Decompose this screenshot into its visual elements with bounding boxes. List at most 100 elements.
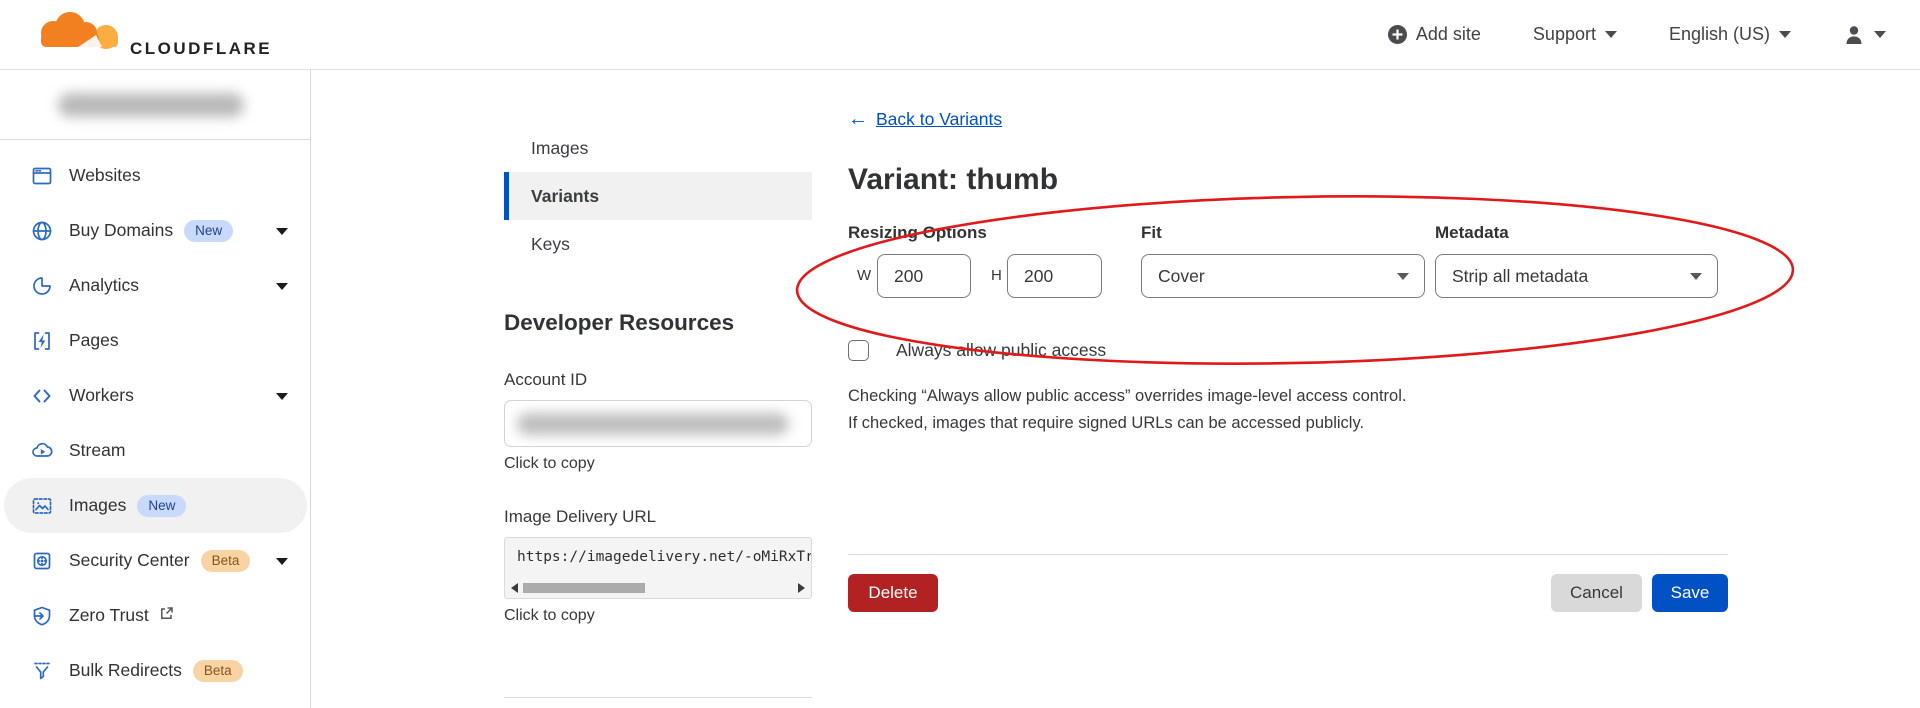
- sidebar-item-label: Workers: [69, 385, 134, 406]
- support-label: Support: [1533, 24, 1596, 45]
- page-title: Variant: thumb: [848, 163, 1728, 197]
- sidebar-item-security-center[interactable]: Security Center Beta: [0, 533, 310, 588]
- sidebar-item-label: Websites: [69, 165, 141, 186]
- sidebar-item-label: Security Center: [69, 550, 190, 571]
- note-line-2: If checked, images that require signed U…: [848, 410, 1728, 437]
- chevron-down-icon: [1690, 273, 1702, 280]
- public-access-note: Checking “Always allow public access” ov…: [848, 383, 1728, 437]
- browser-icon: [30, 164, 54, 188]
- save-button[interactable]: Save: [1652, 574, 1728, 612]
- public-access-row: Always allow public access: [848, 340, 1728, 361]
- language-menu[interactable]: English (US): [1669, 24, 1791, 45]
- sidebar-item-images[interactable]: Images New: [4, 478, 307, 533]
- plus-circle-icon: [1388, 25, 1407, 44]
- height-label: H: [991, 267, 1002, 284]
- pie-chart-icon: [30, 274, 54, 298]
- delivery-url-value: https://imagedelivery.net/-oMiRxTr: [505, 538, 811, 565]
- user-account-menu[interactable]: [1843, 24, 1886, 46]
- scrollbar-thumb[interactable]: [523, 583, 645, 593]
- subnav-tab-images[interactable]: Images: [504, 124, 812, 172]
- new-badge: New: [184, 220, 233, 242]
- variant-editor: ← Back to Variants Variant: thumb Resizi…: [848, 70, 1728, 612]
- support-menu[interactable]: Support: [1533, 24, 1617, 45]
- account-id-label: Account ID: [504, 370, 812, 390]
- metadata-label: Metadata: [1435, 223, 1509, 243]
- cloudflare-logo[interactable]: CLOUDFLARE: [18, 9, 272, 61]
- sidebar-item-websites[interactable]: Websites: [0, 148, 310, 203]
- back-to-variants-link[interactable]: ← Back to Variants: [848, 108, 1728, 131]
- sidebar-item-zero-trust[interactable]: Zero Trust: [0, 588, 310, 643]
- sidebar-item-stream[interactable]: Stream: [0, 423, 310, 478]
- user-icon: [1843, 24, 1865, 46]
- metadata-selected-value: Strip all metadata: [1452, 266, 1588, 287]
- chevron-down-icon[interactable]: [276, 228, 288, 235]
- subnav-tab-keys[interactable]: Keys: [504, 220, 812, 268]
- chevron-down-icon: [1605, 31, 1617, 38]
- shield-arrow-icon: [30, 604, 54, 628]
- chevron-down-icon: [1874, 31, 1886, 38]
- account-name-redacted: [58, 93, 244, 117]
- sidebar-item-buy-domains[interactable]: Buy Domains New: [0, 203, 310, 258]
- sidebar-item-label: Stream: [69, 440, 125, 461]
- scroll-right-icon[interactable]: [798, 583, 805, 593]
- globe-icon: [30, 219, 54, 243]
- sidebar-item-pages[interactable]: Pages: [0, 313, 310, 368]
- sidebar-item-label: Pages: [69, 330, 119, 351]
- account-id-copy-link[interactable]: Click to copy: [504, 455, 812, 473]
- lightning-icon: [30, 329, 54, 353]
- add-site-label: Add site: [1416, 24, 1481, 45]
- form-labels-row: Resizing Options Fit Metadata: [848, 223, 1728, 245]
- chevron-down-icon[interactable]: [276, 558, 288, 565]
- primary-sidebar: Websites Buy Domains New Analytics: [0, 70, 311, 708]
- delivery-url-field[interactable]: https://imagedelivery.net/-oMiRxTr: [504, 537, 812, 599]
- sidebar-item-label: Analytics: [69, 275, 139, 296]
- sidebar-item-label: Buy Domains: [69, 220, 173, 241]
- top-header: CLOUDFLARE Add site Support English (US): [0, 0, 1920, 70]
- sidebar-item-analytics[interactable]: Analytics: [0, 258, 310, 313]
- images-subnav: Images Variants Keys Developer Resources…: [504, 70, 812, 708]
- delete-button[interactable]: Delete: [848, 574, 938, 612]
- fit-selected-value: Cover: [1158, 266, 1205, 287]
- vault-icon: [30, 549, 54, 573]
- cloudflare-cloud-icon: [18, 9, 138, 61]
- delivery-url-copy-link[interactable]: Click to copy: [504, 607, 812, 625]
- delivery-url-label: Image Delivery URL: [504, 507, 812, 527]
- account-id-redacted: [517, 413, 789, 435]
- cloud-play-icon: [30, 439, 54, 463]
- external-link-icon: [159, 606, 174, 626]
- public-access-label: Always allow public access: [896, 340, 1106, 361]
- chevron-down-icon[interactable]: [276, 283, 288, 290]
- fit-dropdown[interactable]: Cover: [1141, 254, 1425, 298]
- account-name-header[interactable]: [0, 70, 310, 140]
- scroll-left-icon[interactable]: [511, 583, 518, 593]
- width-input[interactable]: [877, 254, 971, 298]
- beta-badge: Beta: [193, 660, 243, 682]
- subnav-tab-variants[interactable]: Variants: [504, 172, 812, 220]
- add-site-button[interactable]: Add site: [1388, 24, 1481, 45]
- note-line-1: Checking “Always allow public access” ov…: [848, 383, 1728, 410]
- beta-badge: Beta: [201, 550, 251, 572]
- width-label: W: [857, 267, 871, 284]
- action-buttons: Delete Cancel Save: [848, 574, 1728, 612]
- image-icon: [30, 494, 54, 518]
- new-badge: New: [137, 495, 186, 517]
- logo-wordmark: CLOUDFLARE: [130, 39, 272, 59]
- sidebar-item-bulk-redirects[interactable]: Bulk Redirects Beta: [0, 643, 310, 698]
- footer-divider: [848, 554, 1728, 555]
- public-access-checkbox[interactable]: [848, 340, 869, 361]
- metadata-dropdown[interactable]: Strip all metadata: [1435, 254, 1718, 298]
- account-id-field[interactable]: [504, 400, 812, 447]
- sidebar-item-workers[interactable]: Workers: [0, 368, 310, 423]
- cancel-button[interactable]: Cancel: [1551, 574, 1642, 612]
- header-actions: Add site Support English (US): [1388, 24, 1886, 46]
- fit-label: Fit: [1141, 223, 1162, 243]
- sidebar-item-label: Zero Trust: [69, 605, 149, 626]
- sidebar-item-label: Images: [69, 495, 126, 516]
- form-controls-row: W H Cover Strip all metadata: [848, 254, 1728, 298]
- height-input[interactable]: [1007, 254, 1102, 298]
- sidebar-menu: Websites Buy Domains New Analytics: [0, 140, 310, 698]
- chevron-down-icon[interactable]: [276, 393, 288, 400]
- code-brackets-icon: [30, 384, 54, 408]
- funnel-icon: [30, 659, 54, 683]
- horizontal-scrollbar[interactable]: [505, 581, 811, 595]
